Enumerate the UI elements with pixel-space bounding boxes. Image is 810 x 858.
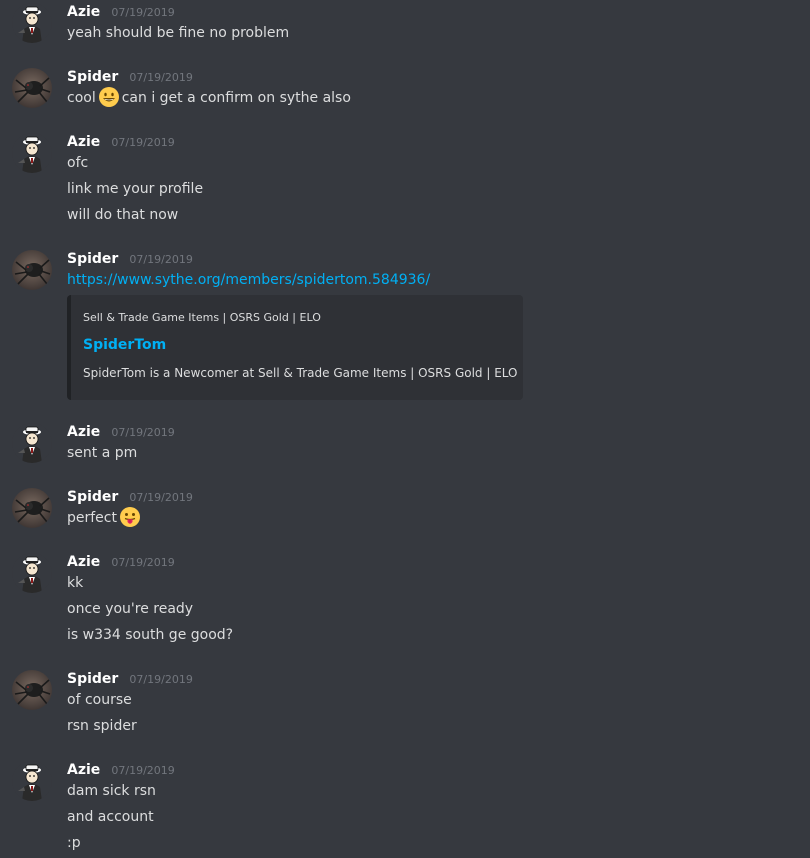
message-line: rsn spider [67, 718, 137, 734]
spider-avatar[interactable] [12, 488, 52, 528]
message-group: Spider 07/19/2019 https://www.sythe.org/… [0, 247, 810, 407]
message-header: Azie 07/19/2019 [67, 0, 175, 22]
smiley-emoji[interactable] [98, 86, 120, 108]
message-line: cool can i get a confirm on sythe also [67, 87, 351, 109]
message-header: Spider 07/19/2019 [67, 247, 193, 269]
message-group: Azie 07/19/2019 sent a pm [0, 420, 810, 475]
azie-avatar[interactable] [12, 761, 52, 801]
username[interactable]: Azie [67, 554, 100, 570]
azie-avatar[interactable] [12, 3, 52, 43]
message-line: yeah should be fine no problem [67, 25, 290, 41]
timestamp: 07/19/2019 [129, 491, 193, 504]
embed-title[interactable]: SpiderTom [83, 337, 166, 353]
spider-avatar[interactable] [12, 670, 52, 710]
message-group: Spider 07/19/2019 perfect [0, 485, 810, 540]
message-line: https://www.sythe.org/members/spidertom.… [67, 269, 430, 291]
username[interactable]: Spider [67, 69, 118, 85]
message-group: Azie 07/19/2019 yeah should be fine no p… [0, 0, 810, 55]
username[interactable]: Azie [67, 4, 100, 20]
embed-description: SpiderTom is a Newcomer at Sell & Trade … [83, 366, 518, 380]
message-line: sent a pm [67, 445, 138, 461]
embed-provider: Sell & Trade Game Items | OSRS Gold | EL… [83, 311, 321, 324]
username[interactable]: Azie [67, 424, 100, 440]
timestamp: 07/19/2019 [129, 253, 193, 266]
message-line: perfect [67, 507, 143, 529]
timestamp: 07/19/2019 [129, 71, 193, 84]
username[interactable]: Spider [67, 251, 118, 267]
message-line: and account [67, 809, 154, 825]
message-line: is w334 south ge good? [67, 627, 234, 643]
message-line: link me your profile [67, 181, 204, 197]
message-text: can i get a confirm on sythe also [121, 90, 351, 106]
timestamp: 07/19/2019 [111, 6, 175, 19]
spider-avatar[interactable] [12, 68, 52, 108]
username[interactable]: Spider [67, 489, 118, 505]
message-line: :p [67, 835, 81, 851]
message-text: perfect [67, 510, 117, 526]
message-header: Spider 07/19/2019 [67, 65, 193, 87]
spider-avatar[interactable] [12, 250, 52, 290]
timestamp: 07/19/2019 [111, 426, 175, 439]
timestamp: 07/19/2019 [111, 556, 175, 569]
message-group: Azie 07/19/2019 ofc link me your profile… [0, 130, 810, 225]
message-header: Spider 07/19/2019 [67, 485, 193, 507]
message-line: kk [67, 575, 84, 591]
azie-avatar[interactable] [12, 133, 52, 173]
message-header: Azie 07/19/2019 [67, 550, 175, 572]
azie-avatar[interactable] [12, 553, 52, 593]
message-text: cool [67, 90, 96, 106]
profile-link[interactable]: https://www.sythe.org/members/spidertom.… [67, 272, 430, 288]
message-header: Azie 07/19/2019 [67, 758, 175, 780]
message-group: Azie 07/19/2019 kk once you're ready is … [0, 550, 810, 645]
link-embed: Sell & Trade Game Items | OSRS Gold | EL… [67, 295, 523, 400]
chat-messages: Azie 07/19/2019 yeah should be fine no p… [0, 0, 810, 858]
message-line: ofc [67, 155, 89, 171]
message-group: Spider 07/19/2019 of course rsn spider [0, 667, 810, 737]
timestamp: 07/19/2019 [129, 673, 193, 686]
message-group: Spider 07/19/2019 cool can i get a confir… [0, 65, 810, 120]
username[interactable]: Spider [67, 671, 118, 687]
message-line: dam sick rsn [67, 783, 156, 799]
message-header: Spider 07/19/2019 [67, 667, 193, 689]
message-header: Azie 07/19/2019 [67, 420, 175, 442]
timestamp: 07/19/2019 [111, 136, 175, 149]
message-group: Azie 07/19/2019 dam sick rsn and account… [0, 758, 810, 858]
message-line: will do that now [67, 207, 179, 223]
tongue-emoji[interactable] [119, 506, 141, 528]
timestamp: 07/19/2019 [111, 764, 175, 777]
azie-avatar[interactable] [12, 423, 52, 463]
message-header: Azie 07/19/2019 [67, 130, 175, 152]
username[interactable]: Azie [67, 134, 100, 150]
message-line: of course [67, 692, 132, 708]
message-line: once you're ready [67, 601, 194, 617]
username[interactable]: Azie [67, 762, 100, 778]
